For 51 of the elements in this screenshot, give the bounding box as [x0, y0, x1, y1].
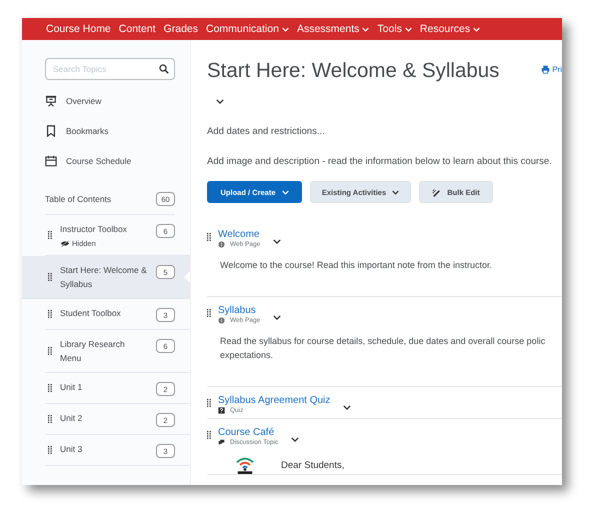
drag-handle-icon	[48, 384, 52, 392]
section-heading: Table of Contents	[45, 194, 112, 204]
nav-link[interactable]: Course Home	[46, 23, 111, 35]
chevron-down-icon[interactable]	[273, 315, 282, 320]
presentation-icon	[45, 95, 57, 107]
topic-description: Read the syllabus for course details, schedule, due dates and overall course polic	[220, 335, 546, 348]
hidden-eye-icon	[60, 240, 70, 247]
drag-handle-icon	[48, 310, 52, 318]
wifi-sign-icon	[234, 456, 256, 474]
topic-description: expectations.	[220, 349, 274, 362]
drag-handle-icon	[48, 231, 52, 239]
pencil-icon	[432, 188, 442, 196]
chevron-down-icon[interactable]	[343, 405, 352, 410]
nav-link[interactable]: Content	[118, 23, 156, 35]
nav-link[interactable]: Assessments	[296, 23, 370, 35]
drag-handle-icon	[48, 273, 52, 281]
quiz-icon	[218, 407, 225, 414]
drag-handle-icon	[48, 347, 52, 355]
chevron-down-icon[interactable]	[216, 99, 224, 104]
drag-handle-icon	[207, 399, 211, 407]
topic-link[interactable]: Syllabus Agreement Quiz	[218, 395, 330, 406]
topic-link[interactable]: Syllabus	[218, 305, 260, 316]
drag-handle-icon	[48, 446, 52, 454]
page-title: Start Here: Welcome & Syllabus	[207, 59, 500, 83]
nav-link[interactable]: Communication	[206, 23, 289, 35]
topic-description: Welcome to the course! Read this important note from the instructor.	[220, 259, 493, 272]
sidebar-link[interactable]: Overview	[66, 96, 102, 106]
calendar-icon	[45, 155, 57, 167]
search-field[interactable]: Search Topics	[45, 58, 175, 80]
sidebar-link[interactable]: Bookmarks	[66, 126, 109, 136]
nav-link[interactable]: Tools	[377, 23, 412, 35]
sidebar-link[interactable]: Course Schedule	[66, 156, 132, 166]
dates-link[interactable]: Add dates and restrictions...	[207, 126, 562, 137]
search-icon	[159, 64, 169, 74]
nav-link[interactable]: Grades	[164, 23, 198, 35]
nav-link[interactable]: Resources	[420, 23, 480, 35]
drag-handle-icon	[207, 431, 211, 439]
description-text[interactable]: Add image and description - read the information below to learn about this course.	[207, 156, 562, 167]
chevron-down-icon[interactable]	[291, 437, 300, 442]
globe-icon	[218, 317, 225, 324]
chevron-down-icon[interactable]	[273, 239, 282, 244]
globe-icon	[218, 241, 225, 248]
greeting-text: Dear Students,	[281, 460, 344, 470]
drag-handle-icon	[207, 233, 211, 241]
topic-link[interactable]: Welcome	[218, 229, 260, 240]
drag-handle-icon	[207, 309, 211, 317]
print-link[interactable]: Pri	[541, 65, 562, 74]
topic-link[interactable]: Course Café	[218, 427, 278, 438]
bookmark-icon	[45, 125, 57, 137]
drag-handle-icon	[48, 415, 52, 423]
discussion-icon	[218, 439, 225, 446]
